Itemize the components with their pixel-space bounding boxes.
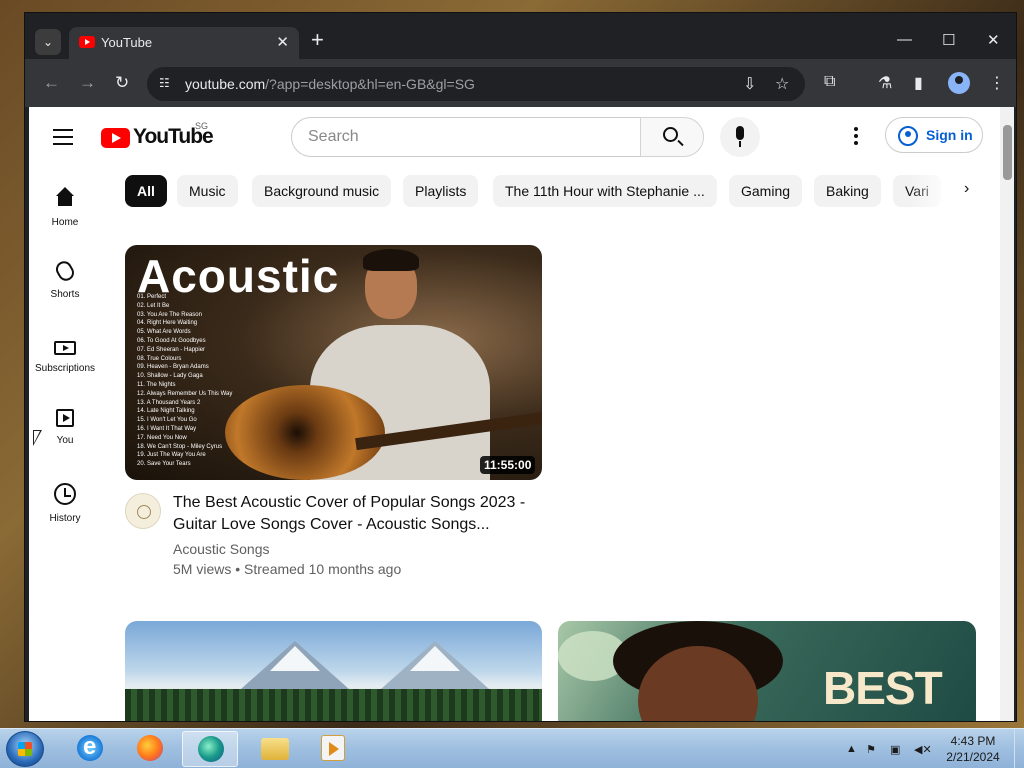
side-panel-icon[interactable]: ▮: [914, 73, 923, 93]
chip-gaming[interactable]: Gaming: [729, 175, 803, 207]
browser-toolbar: ← → ↻ ☷ youtube.com/?app=desktop&hl=en-G…: [25, 59, 1016, 107]
guide-menu-icon[interactable]: [53, 129, 73, 150]
filter-chip-bar: All Music Background music Playlists The…: [125, 175, 985, 207]
taskbar: ▲ ⚑ ▣ ◀✕ 4:43 PM 2/21/2024: [0, 728, 1024, 768]
video-thumbnail[interactable]: BEST: [558, 621, 976, 721]
tab-strip: ⌄ YouTube ✕ + — ☐ ✕: [25, 13, 1016, 59]
video-title[interactable]: The Best Acoustic Cover of Popular Songs…: [173, 492, 533, 536]
chip-fade: [909, 175, 989, 207]
labs-icon[interactable]: ⚗: [878, 73, 892, 93]
action-center-flag-icon[interactable]: ⚑: [866, 743, 876, 756]
maximize-icon[interactable]: ☐: [942, 31, 955, 49]
file-explorer-icon: [261, 738, 289, 760]
extensions-icon[interactable]: ⧉: [824, 73, 835, 91]
youtube-play-icon: [101, 128, 130, 148]
media-player-icon: [321, 735, 345, 761]
history-icon: [54, 483, 76, 505]
home-icon: [54, 187, 76, 209]
close-icon[interactable]: ✕: [276, 33, 289, 51]
taskbar-firefox[interactable]: [122, 731, 178, 767]
channel-name[interactable]: Acoustic Songs: [173, 541, 270, 557]
minimize-icon[interactable]: —: [897, 31, 912, 48]
browser-window: ⌄ YouTube ✕ + — ☐ ✕ ← → ↻ ☷ youtube.com/…: [24, 12, 1017, 722]
install-app-icon[interactable]: ⇩: [743, 74, 756, 94]
show-hidden-icons-icon[interactable]: ▲: [846, 743, 857, 755]
internet-explorer-icon: [77, 733, 103, 761]
guide-item-home[interactable]: Home: [29, 187, 101, 228]
settings-menu-icon[interactable]: [854, 127, 858, 148]
channel-avatar[interactable]: [125, 493, 161, 529]
site-info-icon[interactable]: ☷: [159, 76, 175, 92]
shorts-icon: [53, 258, 77, 284]
volume-muted-icon[interactable]: ◀✕: [914, 743, 932, 756]
chip-baking[interactable]: Baking: [814, 175, 881, 207]
youtube-page: YouTube SG Search Sign in Home Shorts Su…: [29, 107, 1014, 721]
address-bar[interactable]: ☷ youtube.com/?app=desktop&hl=en-GB&gl=S…: [147, 67, 805, 101]
youtube-favicon: [79, 36, 95, 48]
taskbar-file-explorer[interactable]: [246, 731, 302, 767]
plus-icon[interactable]: +: [311, 29, 324, 51]
chrome-menu-icon[interactable]: ⋮: [989, 73, 1005, 93]
search-button[interactable]: [640, 117, 704, 157]
you-icon: [56, 409, 74, 427]
bookmark-star-icon[interactable]: ☆: [775, 74, 789, 94]
close-window-icon[interactable]: ✕: [987, 31, 1000, 49]
network-icon[interactable]: ▣: [890, 743, 900, 756]
show-desktop-button[interactable]: [1014, 729, 1024, 768]
taskbar-internet-explorer[interactable]: [62, 731, 118, 767]
profile-icon[interactable]: [948, 72, 970, 94]
edge-icon: [198, 736, 224, 762]
sign-in-button[interactable]: Sign in: [885, 117, 983, 153]
chip-playlists[interactable]: Playlists: [403, 175, 479, 207]
chip-all[interactable]: All: [125, 175, 167, 207]
tracklist: 01. Perfect 02. Let It Be 03. You Are Th…: [137, 294, 233, 468]
video-thumbnail[interactable]: [125, 621, 542, 721]
voice-search-button[interactable]: [720, 117, 760, 157]
guide-item-shorts[interactable]: Shorts: [29, 258, 101, 300]
chip-music[interactable]: Music: [177, 175, 238, 207]
video-thumbnail[interactable]: Acoustic 01. Perfect 02. Let It Be 03. Y…: [125, 245, 542, 480]
back-icon[interactable]: ←: [43, 73, 60, 93]
page-scrollbar[interactable]: [1000, 107, 1014, 721]
firefox-icon: [137, 735, 163, 761]
url-text: youtube.com/?app=desktop&hl=en-GB&gl=SG: [185, 76, 475, 92]
tab-title: YouTube: [101, 35, 153, 50]
chip-the-11th-hour[interactable]: The 11th Hour with Stephanie ...: [493, 175, 717, 207]
thumbnail-title: BEST: [823, 662, 943, 714]
subscriptions-icon: [54, 341, 76, 355]
chip-background-music[interactable]: Background music: [252, 175, 392, 207]
taskbar-media-player[interactable]: [306, 731, 362, 767]
duration-badge: 11:55:00: [480, 456, 536, 474]
system-clock[interactable]: 4:43 PM 2/21/2024: [938, 733, 1008, 765]
reload-icon[interactable]: ↻: [115, 73, 129, 93]
search-icon: [663, 127, 678, 142]
chevron-right-icon[interactable]: ›: [964, 180, 969, 198]
mouse-cursor-icon: [33, 430, 42, 446]
guide-item-history[interactable]: History: [29, 483, 101, 524]
account-icon: [898, 126, 918, 146]
tab-youtube[interactable]: YouTube ✕: [69, 27, 299, 59]
search-input[interactable]: Search: [291, 117, 641, 157]
guide-item-subscriptions[interactable]: Subscriptions: [29, 335, 101, 374]
tab-search-icon[interactable]: ⌄: [35, 29, 61, 55]
taskbar-edge[interactable]: [182, 731, 238, 767]
forward-icon[interactable]: →: [79, 73, 96, 93]
start-orb-icon[interactable]: [6, 731, 44, 767]
video-metadata: 5M views • Streamed 10 months ago: [173, 561, 402, 577]
